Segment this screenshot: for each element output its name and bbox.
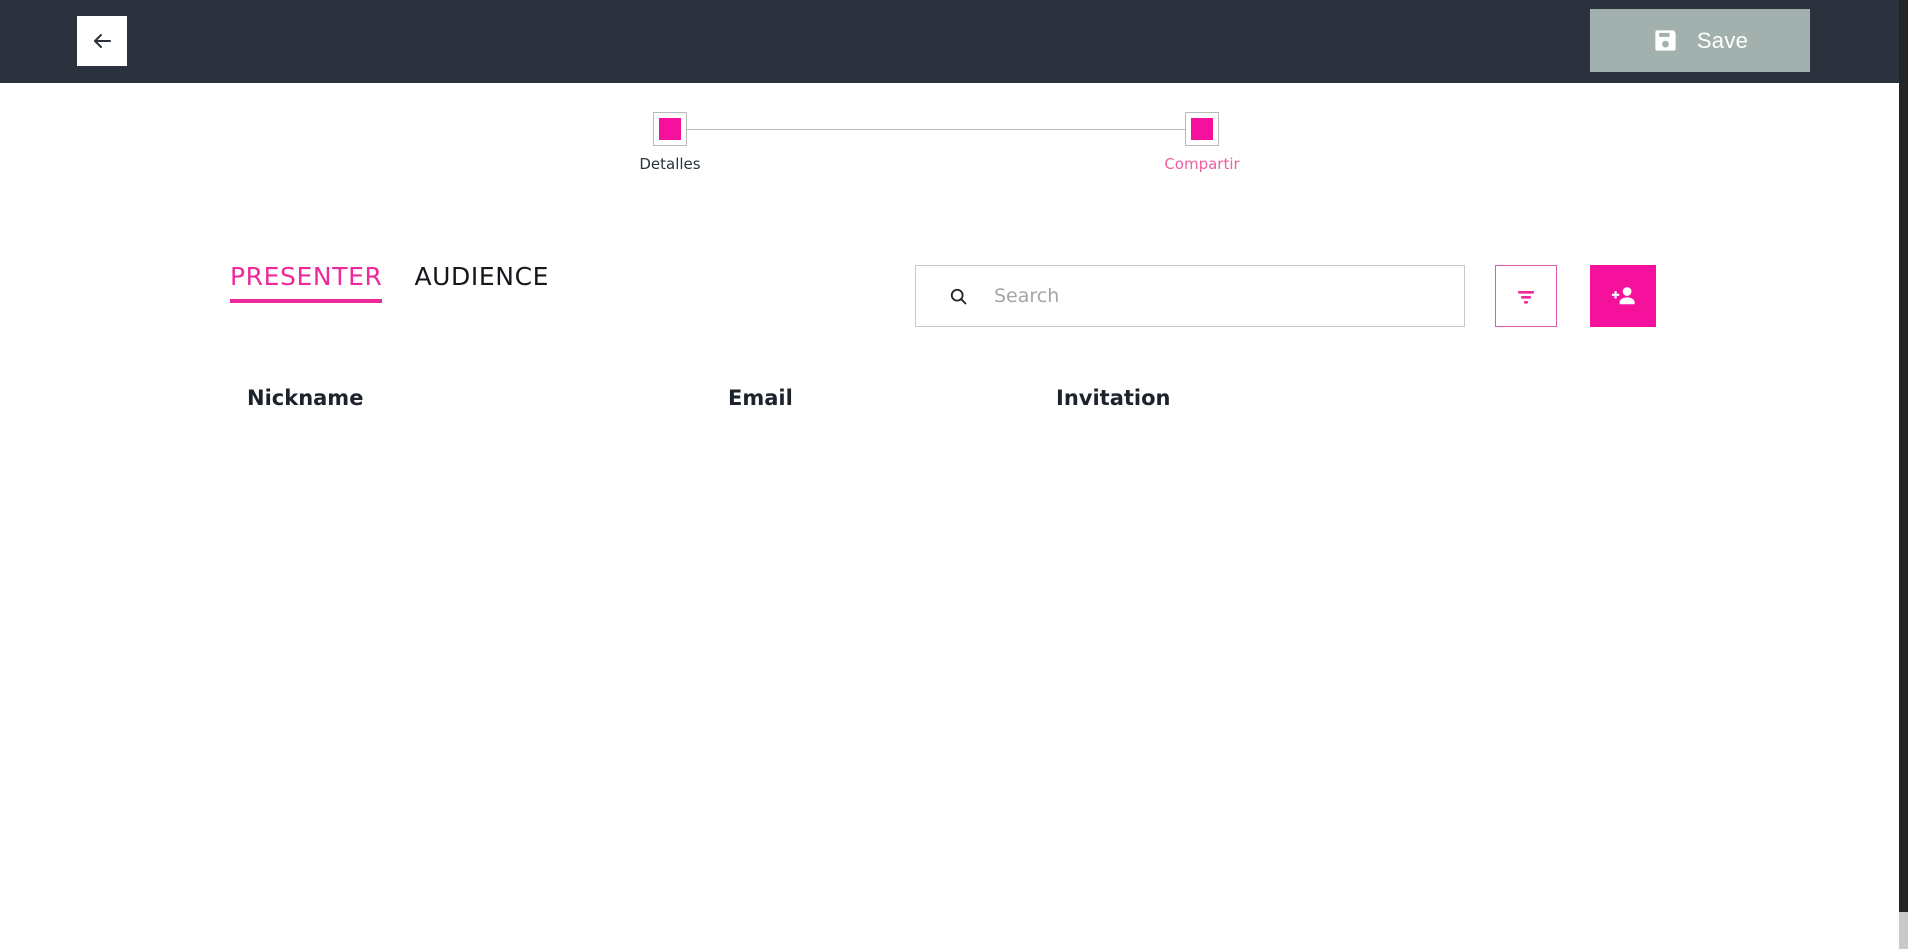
- stepper-marker-detalles[interactable]: [653, 112, 687, 146]
- arrow-left-icon: [90, 29, 114, 53]
- person-add-icon: [1608, 281, 1638, 311]
- stepper-label-detalles: Detalles: [639, 155, 701, 173]
- stepper-step-compartir[interactable]: Compartir: [1142, 112, 1262, 172]
- search-box[interactable]: [915, 265, 1465, 327]
- filter-icon: [1514, 284, 1538, 308]
- search-input[interactable]: [994, 266, 1434, 326]
- table-header-row: Nickname Email Invitation: [0, 388, 1900, 428]
- stepper-label-compartir: Compartir: [1164, 155, 1240, 173]
- search-icon: [948, 286, 969, 307]
- save-button[interactable]: Save: [1590, 9, 1810, 72]
- page-scrollbar-track[interactable]: [1899, 0, 1908, 949]
- filter-button[interactable]: [1495, 265, 1557, 327]
- participants-table: Nickname Email Invitation: [0, 388, 1900, 908]
- tab-audience[interactable]: AUDIENCE: [414, 264, 549, 303]
- stepper-step-detalles[interactable]: Detalles: [610, 112, 730, 172]
- table-body-empty: [0, 428, 1900, 908]
- column-header-nickname: Nickname: [247, 386, 364, 410]
- column-header-email: Email: [728, 386, 793, 410]
- stepper-marker-fill: [1191, 118, 1213, 140]
- top-bar: Save: [0, 0, 1908, 83]
- stepper-marker-fill: [659, 118, 681, 140]
- stepper: Detalles Compartir: [636, 112, 1240, 182]
- save-floppy-icon: [1652, 27, 1679, 54]
- save-button-label: Save: [1696, 27, 1749, 53]
- add-person-button[interactable]: [1590, 265, 1656, 327]
- tab-presenter[interactable]: PRESENTER: [230, 264, 383, 303]
- app-root: Save Detalles Compartir PRESENTER AUDIEN…: [0, 0, 1908, 949]
- back-button[interactable]: [77, 16, 127, 66]
- stepper-marker-compartir[interactable]: [1185, 112, 1219, 146]
- column-header-invitation: Invitation: [1056, 386, 1171, 410]
- stepper-connector-line: [670, 129, 1202, 130]
- tab-bar: PRESENTER AUDIENCE: [230, 264, 549, 303]
- page-scrollbar-thumb[interactable]: [1899, 0, 1908, 912]
